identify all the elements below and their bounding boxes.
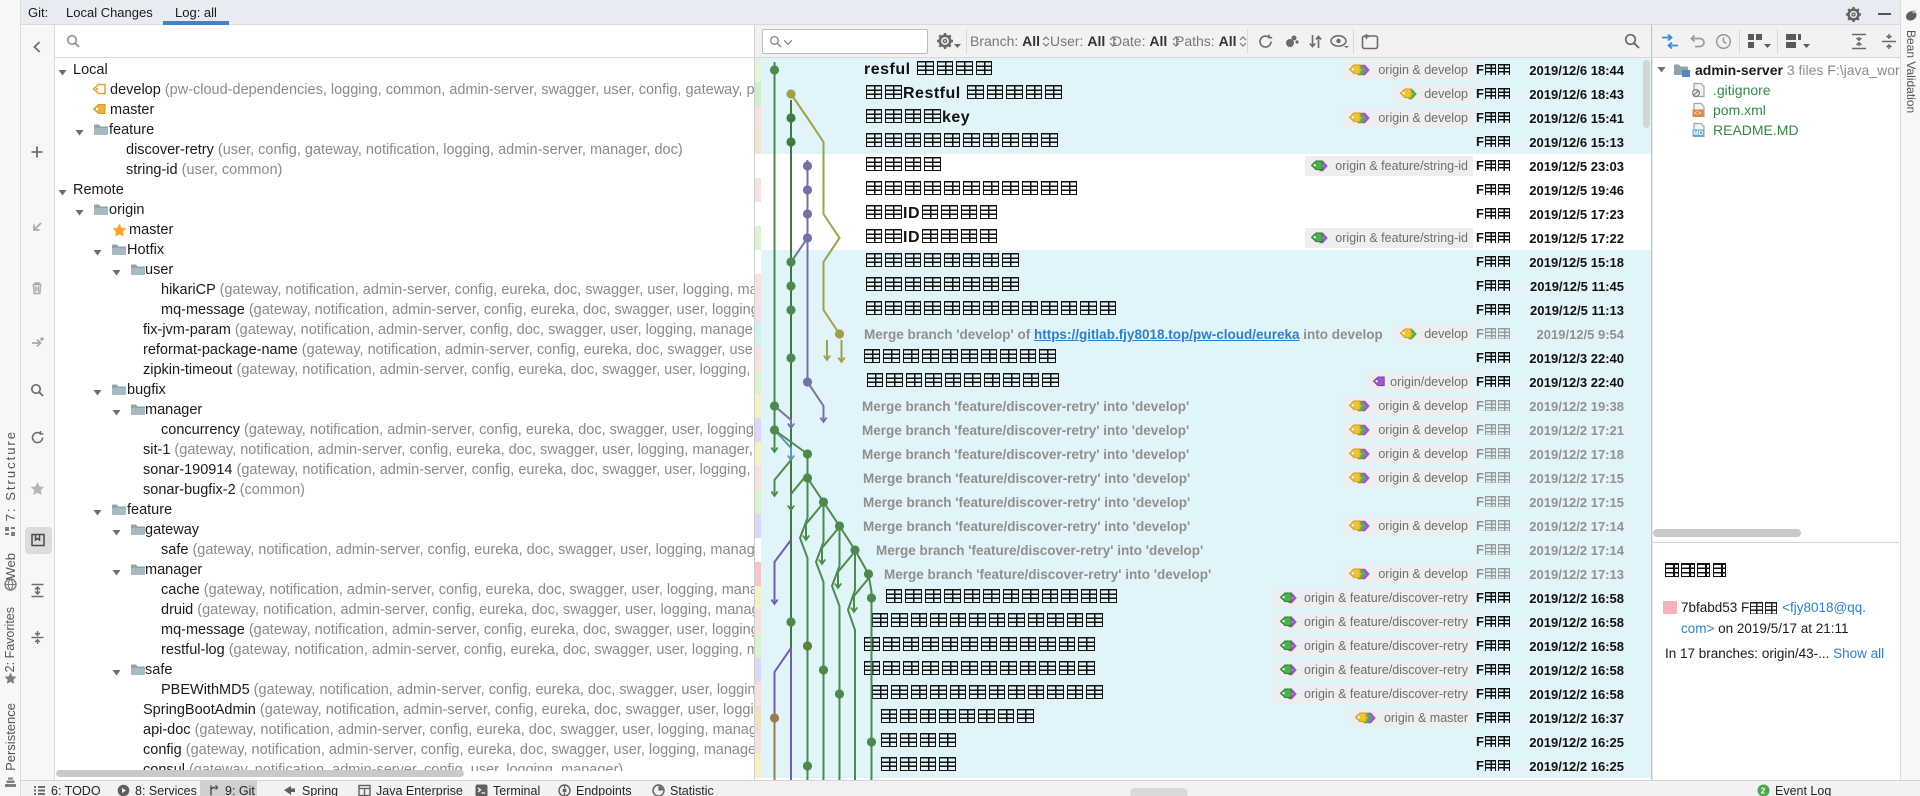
svg-text:2: 2 (1761, 786, 1766, 796)
svg-text:MD: MD (1693, 130, 1703, 137)
svg-text:<>: <> (1694, 110, 1702, 117)
